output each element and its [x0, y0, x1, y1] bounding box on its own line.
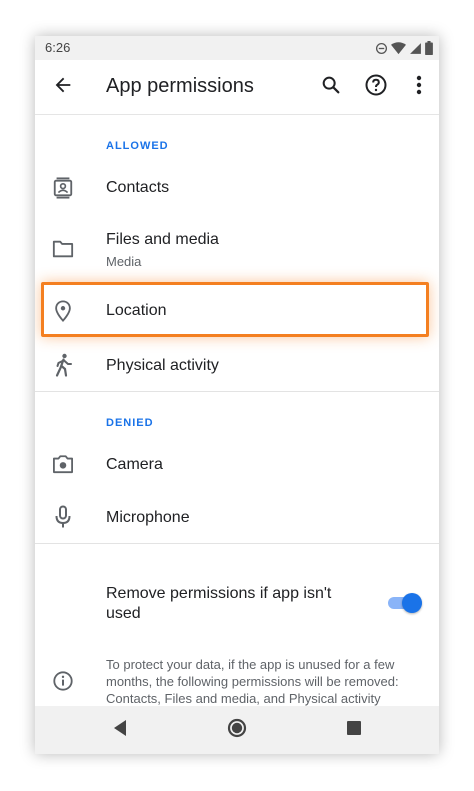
microphone-icon — [51, 505, 75, 529]
app-bar: App permissions — [35, 60, 439, 115]
permission-item-location[interactable]: Location — [35, 285, 439, 337]
permission-label: Files and media — [106, 231, 219, 248]
back-button[interactable] — [49, 73, 77, 101]
nav-home-icon — [227, 718, 247, 743]
more-vert-icon — [416, 75, 422, 100]
permission-sublabel: Media — [106, 254, 142, 269]
section-header-allowed: ALLOWED — [106, 140, 169, 152]
signal-icon — [409, 42, 422, 55]
permission-item-camera[interactable]: Camera — [35, 438, 439, 490]
remove-permissions-label: Remove permissions if app isn't used — [106, 585, 332, 622]
contacts-icon — [51, 176, 75, 200]
section-header-denied: DENIED — [106, 417, 154, 429]
permission-label: Camera — [106, 456, 163, 473]
status-icons — [375, 40, 433, 56]
remove-permissions-toggle[interactable] — [388, 593, 422, 613]
do-not-disturb-icon — [375, 42, 388, 55]
walking-icon — [51, 353, 75, 377]
permission-item-physical-activity[interactable]: Physical activity — [35, 339, 439, 391]
help-button[interactable] — [362, 73, 390, 101]
wifi-icon — [391, 41, 406, 55]
permission-label: Location — [106, 302, 167, 319]
permission-item-microphone[interactable]: Microphone — [35, 491, 439, 543]
location-pin-icon — [51, 299, 75, 323]
phone-screen: 6:26 App permissions ALLOWED Contacts Fi… — [35, 36, 439, 754]
back-arrow-icon — [52, 74, 74, 101]
help-icon — [364, 73, 388, 102]
permission-label: Physical activity — [106, 357, 219, 374]
status-time: 6:26 — [45, 40, 71, 55]
camera-icon — [51, 452, 75, 476]
folder-icon — [51, 237, 75, 261]
page-title: App permissions — [106, 75, 254, 97]
status-bar: 6:26 — [35, 36, 439, 60]
section-divider — [35, 543, 439, 544]
search-button[interactable] — [317, 73, 345, 101]
permission-label: Microphone — [106, 509, 190, 526]
permission-label: Contacts — [106, 179, 170, 196]
nav-home-button[interactable] — [225, 718, 249, 742]
permission-item-files-and-media[interactable]: Files and media Media — [35, 217, 439, 281]
nav-recents-button[interactable] — [342, 718, 366, 742]
nav-back-icon — [112, 719, 128, 742]
section-divider — [35, 391, 439, 392]
search-icon — [320, 74, 342, 101]
system-nav-bar — [35, 706, 439, 754]
nav-recents-icon — [346, 720, 362, 741]
info-text: To protect your data, if the app is unus… — [106, 657, 399, 706]
info-icon — [51, 669, 75, 693]
battery-icon — [425, 41, 433, 55]
permission-item-contacts[interactable]: Contacts — [35, 161, 439, 215]
toggle-thumb — [402, 593, 422, 613]
nav-back-button[interactable] — [108, 718, 132, 742]
more-options-button[interactable] — [406, 73, 432, 101]
